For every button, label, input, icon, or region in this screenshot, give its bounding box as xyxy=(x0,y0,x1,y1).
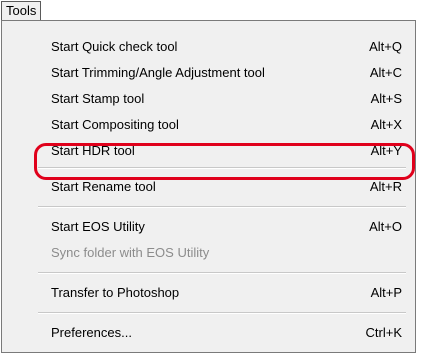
menu-item-shortcut: Alt+Q xyxy=(369,39,402,54)
menu-item-label: Start Compositing tool xyxy=(51,117,179,132)
menu-item-start-compositing-tool[interactable]: Start Compositing tool Alt+X xyxy=(2,111,415,137)
menu-item-label: Start Stamp tool xyxy=(51,91,145,106)
menu-item-shortcut: Alt+P xyxy=(370,285,402,300)
menu-item-start-stamp-tool[interactable]: Start Stamp tool Alt+S xyxy=(2,85,415,111)
menu-item-label: Start EOS Utility xyxy=(51,219,145,234)
menu-item-label: Start Rename tool xyxy=(51,179,156,194)
menu-item-shortcut: Alt+Y xyxy=(370,143,402,158)
menu-separator xyxy=(38,167,406,169)
menu-item-label: Start HDR tool xyxy=(51,143,135,158)
menu-separator xyxy=(38,206,406,208)
menu-item-transfer-to-photoshop[interactable]: Transfer to Photoshop Alt+P xyxy=(2,279,415,305)
menu-separator xyxy=(38,312,406,314)
menu-item-shortcut: Alt+S xyxy=(370,91,402,106)
menu-item-shortcut: Alt+C xyxy=(369,65,402,80)
menu-item-start-trimming-angle-adjustment-tool[interactable]: Start Trimming/Angle Adjustment tool Alt… xyxy=(2,59,415,85)
menu-separator xyxy=(38,272,406,274)
menu-item-shortcut: Alt+X xyxy=(370,117,402,132)
menu-item-label: Sync folder with EOS Utility xyxy=(51,245,210,260)
menu-item-shortcut: Ctrl+K xyxy=(365,325,402,340)
menu-item-shortcut: Alt+R xyxy=(369,179,402,194)
menu-tools[interactable]: Tools xyxy=(1,1,42,20)
menu-item-sync-folder-with-eos-utility: Sync folder with EOS Utility xyxy=(2,239,415,265)
menu-item-label: Start Trimming/Angle Adjustment tool xyxy=(51,65,265,80)
menu-item-start-quick-check-tool[interactable]: Start Quick check tool Alt+Q xyxy=(2,33,415,59)
menu-item-shortcut: Alt+O xyxy=(369,219,402,234)
tools-dropdown-menu: Start Quick check tool Alt+Q Start Trimm… xyxy=(1,20,416,353)
menu-item-label: Transfer to Photoshop xyxy=(51,285,180,300)
menu-item-label: Preferences... xyxy=(51,325,132,340)
menu-item-label: Start Quick check tool xyxy=(51,39,178,54)
menu-item-start-hdr-tool[interactable]: Start HDR tool Alt+Y xyxy=(2,137,415,163)
menu-item-start-eos-utility[interactable]: Start EOS Utility Alt+O xyxy=(2,213,415,239)
menu-bar: Tools xyxy=(0,0,425,22)
menu-item-preferences[interactable]: Preferences... Ctrl+K xyxy=(2,319,415,345)
menu-item-start-rename-tool[interactable]: Start Rename tool Alt+R xyxy=(2,173,415,199)
